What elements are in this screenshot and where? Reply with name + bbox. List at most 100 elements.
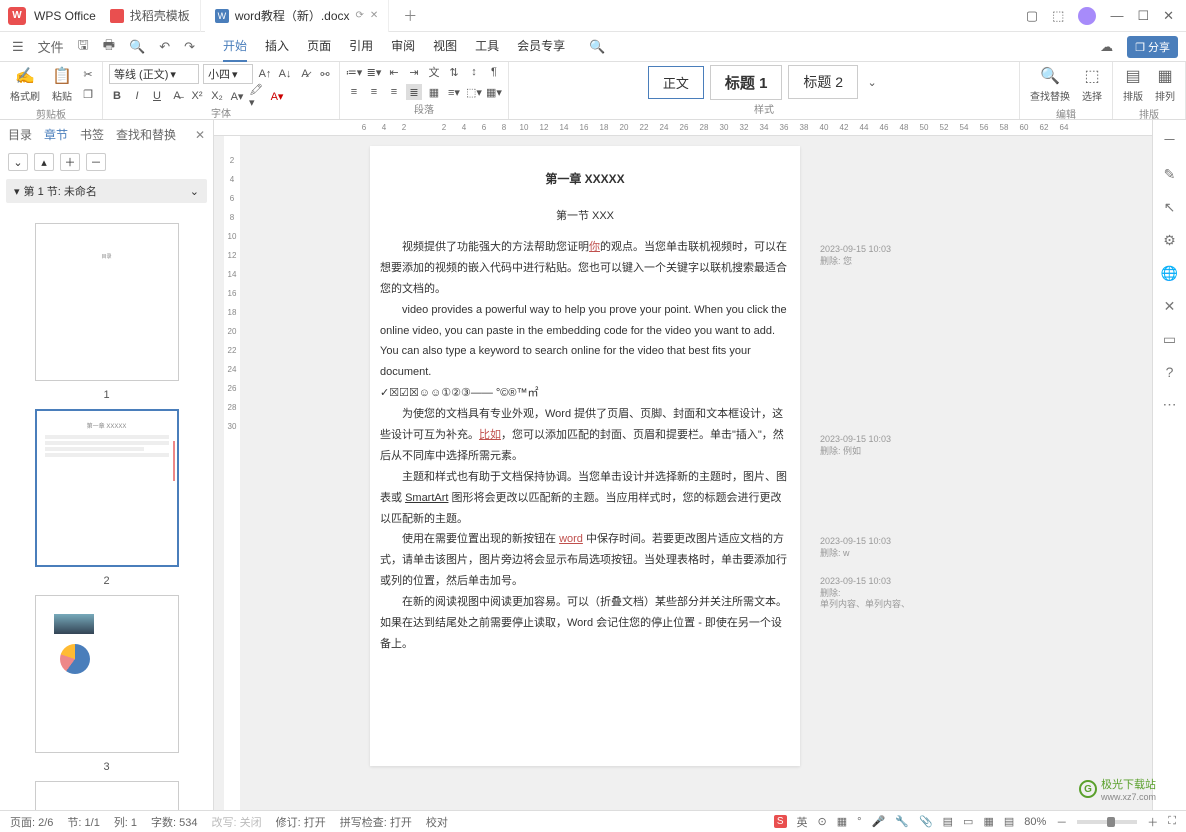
tab-document[interactable]: W word教程（新）.docx ⟳ ✕ — [205, 0, 389, 32]
ime-icon[interactable]: S — [774, 815, 787, 828]
status-proof[interactable]: 校对 — [426, 814, 448, 830]
zoom-value[interactable]: 80% — [1024, 816, 1046, 828]
numbering-icon[interactable]: ≣▾ — [366, 64, 382, 80]
new-tab-button[interactable]: ＋ — [393, 6, 427, 26]
menu-tab-insert[interactable]: 插入 — [265, 31, 289, 62]
nav-collapse-button[interactable]: ⌄ — [8, 153, 28, 171]
thumbnail-page-3[interactable] — [35, 595, 179, 753]
more-icon[interactable]: ⋯ — [1163, 396, 1177, 413]
menu-tab-start[interactable]: 开始 — [223, 31, 247, 62]
chain-icon[interactable]: ⚯ — [317, 66, 333, 82]
view-outline-icon[interactable]: ▤ — [1004, 815, 1014, 828]
status-column[interactable]: 列: 1 — [114, 814, 137, 830]
status-section[interactable]: 节: 1/1 — [67, 814, 99, 830]
styles-more-icon[interactable]: ⌄ — [864, 74, 880, 90]
align-justify-icon[interactable]: ≣ — [406, 84, 422, 100]
fullscreen-icon[interactable]: ⛶ — [1168, 815, 1176, 828]
nav-tab-sections[interactable]: 章节 — [44, 126, 68, 143]
font-color-icon[interactable]: A▾ — [269, 88, 285, 104]
tab-close-icon[interactable]: ✕ — [370, 10, 378, 21]
format-painter-button[interactable]: ✍格式刷 — [6, 64, 44, 105]
menu-tab-member[interactable]: 会员专享 — [517, 31, 565, 62]
status-overwrite[interactable]: 改写: 关闭 — [212, 814, 262, 830]
comment-2[interactable]: 2023-09-15 10:03删除: 例如 — [820, 434, 891, 457]
section-more-icon[interactable]: ⌄ — [190, 185, 199, 198]
status-clip-icon[interactable]: 📎 — [919, 815, 933, 828]
status-words[interactable]: 字数: 534 — [151, 814, 197, 830]
comment-1[interactable]: 2023-09-15 10:03删除: 您 — [820, 244, 891, 267]
line-spacing-icon[interactable]: ↕ — [466, 64, 482, 80]
highlight-icon[interactable]: 🖍▾ — [249, 88, 265, 104]
menu-tab-tools[interactable]: 工具 — [475, 31, 499, 62]
section-header[interactable]: ▾ 第 1 节: 未命名 ⌄ — [6, 179, 207, 203]
nav-tab-find[interactable]: 查找和替换 — [116, 126, 176, 143]
avatar[interactable] — [1078, 7, 1096, 25]
tab-templates[interactable]: 找稻壳模板 — [100, 0, 201, 32]
zoom-minus-icon[interactable]: － — [1056, 814, 1067, 830]
status-lang[interactable]: 英 — [797, 814, 808, 830]
menu-tab-view[interactable]: 视图 — [433, 31, 457, 62]
comment-3[interactable]: 2023-09-15 10:03删除: w — [820, 536, 891, 559]
comment-4[interactable]: 2023-09-15 10:03删除:单列内容、单列内容、 — [820, 576, 910, 611]
status-symbol-icon[interactable]: ⊙ — [818, 815, 827, 828]
style-heading2[interactable]: 标题 2 — [788, 65, 858, 99]
view-web-icon[interactable]: ▦ — [983, 815, 993, 828]
shading-icon[interactable]: ⬚▾ — [466, 84, 482, 100]
book-icon[interactable]: ▭ — [1163, 331, 1176, 348]
panel-icon[interactable]: ▢ — [1026, 8, 1038, 24]
zoom-slider[interactable] — [1077, 820, 1137, 824]
minimize-button[interactable]: — — [1110, 8, 1123, 23]
save-icon[interactable]: 🖫 — [74, 36, 93, 58]
status-keyboard-icon[interactable]: ▦ — [837, 815, 847, 828]
nav-up-button[interactable]: ▴ — [34, 153, 54, 171]
italic-icon[interactable]: I — [129, 88, 145, 104]
thumbnail-page-2[interactable]: 第一章 XXXXX — [35, 409, 179, 567]
font-name-select[interactable]: 等线 (正文)▾ — [109, 64, 199, 84]
thumbnail-page-4[interactable] — [35, 781, 179, 810]
redo-icon[interactable]: ↷ — [180, 39, 199, 55]
close-button[interactable]: ✕ — [1163, 8, 1174, 24]
menu-tab-review[interactable]: 审阅 — [391, 31, 415, 62]
distribute-icon[interactable]: ▦ — [426, 84, 442, 100]
status-mic-icon[interactable]: 🎤 — [872, 815, 886, 828]
align-right-icon[interactable]: ≡ — [386, 84, 402, 100]
text-effect-icon[interactable]: A▾ — [229, 88, 245, 104]
status-revision[interactable]: 修订: 打开 — [276, 814, 326, 830]
pen-icon[interactable]: ✎ — [1164, 166, 1176, 183]
hamburger-icon[interactable]: ☰ — [8, 39, 28, 55]
grow-font-icon[interactable]: A↑ — [257, 66, 273, 82]
line-height-icon[interactable]: ≡▾ — [446, 84, 462, 100]
copy-icon[interactable]: ❐ — [80, 87, 96, 103]
cursor-icon[interactable]: ↖ — [1164, 199, 1176, 216]
thumbnail-page-1[interactable]: 目录 — [35, 223, 179, 381]
cloud-icon[interactable]: ☁ — [1096, 39, 1117, 55]
search-icon[interactable]: 🔍 — [585, 39, 609, 55]
text-direction-icon[interactable]: 文 — [426, 64, 442, 80]
document-page[interactable]: 第一章 XXXXX 第一节 XXX 视频提供了功能强大的方法帮助您证明你的观点。… — [370, 146, 800, 766]
view-print-icon[interactable]: ▤ — [943, 815, 953, 828]
nav-remove-button[interactable]: － — [86, 153, 106, 171]
status-tool-icon[interactable]: 🔧 — [895, 815, 909, 828]
indent-icon[interactable]: ⇥ — [406, 64, 422, 80]
share-button[interactable]: ❐ 分享 — [1127, 36, 1178, 58]
bold-icon[interactable]: B — [109, 88, 125, 104]
shrink-font-icon[interactable]: A↓ — [277, 66, 293, 82]
align-left-icon[interactable]: ≡ — [346, 84, 362, 100]
help-icon[interactable]: ? — [1166, 364, 1174, 380]
horizontal-ruler[interactable]: 6422468101214161820222426283032343638404… — [214, 120, 1152, 136]
cut-icon[interactable]: ✂ — [80, 67, 96, 83]
subscript-icon[interactable]: X₂ — [209, 88, 225, 104]
globe-icon[interactable]: 🌐 — [1161, 265, 1178, 282]
status-spell[interactable]: 拼写检查: 打开 — [340, 814, 412, 830]
clear-format-icon[interactable]: A̷ — [297, 66, 313, 82]
preview-icon[interactable]: 🔍 — [125, 39, 149, 55]
view-read-icon[interactable]: ▭ — [963, 815, 973, 828]
arrange-button[interactable]: ▦排列 — [1151, 64, 1179, 105]
layout-button[interactable]: ▤排版 — [1119, 64, 1147, 105]
maximize-button[interactable]: ☐ — [1137, 8, 1149, 24]
style-heading1[interactable]: 标题 1 — [710, 65, 783, 100]
align-center-icon[interactable]: ≡ — [366, 84, 382, 100]
file-menu[interactable]: 文件 — [34, 37, 68, 56]
strike-icon[interactable]: A̶ — [169, 88, 185, 104]
paste-button[interactable]: 📋粘贴 — [48, 64, 76, 105]
